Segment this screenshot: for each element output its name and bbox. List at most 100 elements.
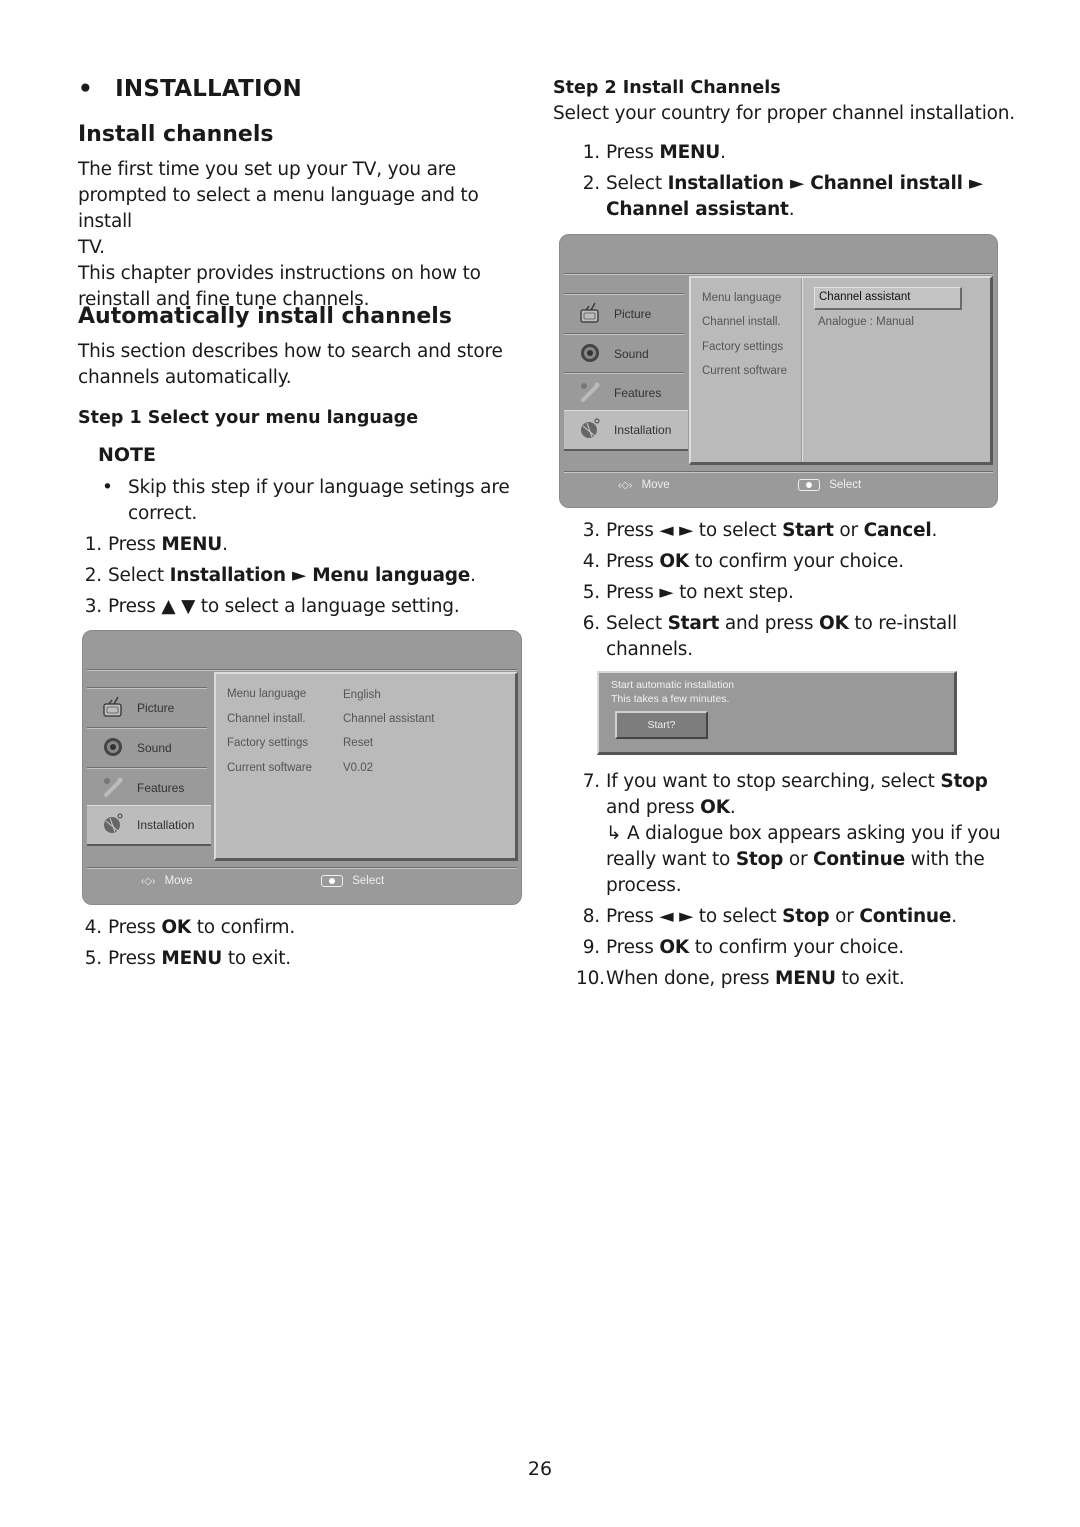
sidebar-item-features[interactable]: Features [87,769,211,807]
tv-icon [580,302,599,323]
step2-title: Step 2 Install Channels [553,78,781,98]
page-number: 26 [527,1458,553,1480]
divider [87,867,517,868]
move-arrows-icon: ‹◇› [618,480,633,491]
step-item: 2. Select Installation ► Channel install … [582,173,983,194]
ok-button-icon [798,479,820,491]
step-item: 5. Press ► to next step. [582,582,794,603]
start-installation-dialog: Start automatic installation This takes … [597,671,957,755]
sidebar-item-features[interactable]: Features [564,374,688,412]
step-item: 3. Press ▲ ▼ to select a language setting… [84,596,460,617]
divider [87,669,517,670]
menu-row-value: English [343,689,381,701]
auto-paragraph: This section describes how to search and… [78,339,503,391]
speaker-icon [581,344,599,362]
sidebar-item-picture[interactable]: Picture [564,295,688,333]
dialog-title: Start automatic installation [611,679,735,691]
footer-select: Select [321,875,384,887]
sidebar-item-sound[interactable]: Sound [564,335,688,373]
step-item: 9. Press OK to confirm your choice. [582,937,904,958]
satellite-dish-icon [581,418,600,438]
step-item: 1. Press MENU. [84,534,228,555]
heading-install-channels: Install channels [78,122,274,147]
menu-row-label[interactable]: Menu language [227,688,306,700]
start-button[interactable]: Start? [615,711,708,739]
step-continuation: process. [606,875,682,896]
text-line: This section describes how to search and… [78,341,503,362]
divider [87,727,207,728]
step-item: 4. Press OK to confirm your choice. [582,551,904,572]
text-line: prompted to select a menu language and t… [78,185,479,232]
menu-row-label[interactable]: Factory settings [227,737,308,749]
divider [87,767,207,768]
divider [87,687,207,688]
step-item: 7. If you want to stop searching, select … [582,771,988,792]
step-item: 4. Press OK to confirm. [84,917,296,938]
option-analogue-manual[interactable]: Analogue : Manual [818,316,914,328]
menu-row-label[interactable]: Menu language [702,292,781,304]
text-line: This chapter provides instructions on ho… [78,263,481,284]
step2-intro: Select your country for proper channel i… [553,103,1015,124]
option-channel-assistant-selected[interactable]: Channel assistant [814,287,962,310]
divider [564,471,993,472]
text-line: TV. [78,237,105,258]
step-item: 3. Press ◄ ► to select Start or Cancel. [582,520,938,541]
bullet: • [78,76,93,102]
step-continuation: Channel assistant. [606,199,795,220]
note-title: NOTE [98,444,156,466]
speaker-icon [104,738,122,756]
sidebar-item-sound[interactable]: Sound [87,729,211,767]
text-line: Skip this step if your language setings … [128,477,510,498]
divider [564,273,993,274]
text-line: correct. [128,503,198,524]
menu-row-label[interactable]: Current software [227,762,312,774]
section-title: INSTALLATION [115,76,302,102]
step-continuation: channels. [606,639,693,660]
step-item: 5. Press MENU to exit. [84,948,291,969]
footer-move: ‹◇› Move [618,479,670,491]
sidebar-item-installation[interactable]: Installation [87,805,211,846]
menu-row-value: Channel assistant [343,713,435,725]
dialog-message: This takes a few minutes. [611,693,730,705]
note-bullet: • [102,477,113,498]
menu-row-value: V0.02 [343,762,374,774]
menu-row-label[interactable]: Factory settings [702,341,783,353]
sidebar-item-picture[interactable]: Picture [87,689,211,727]
menu-row-label[interactable]: Channel install. [227,713,306,725]
menu-row-label[interactable]: Channel install. [702,316,781,328]
sidebar-item-installation[interactable]: Installation [564,410,688,451]
ok-button-icon [321,875,343,887]
step1-title: Step 1 Select your menu language [78,408,419,428]
settings-panel: Menu language Channel install. Factory s… [689,276,993,465]
intro-paragraph: The first time you set up your TV, you a… [78,157,528,313]
step-item: 2. Select Installation ► Menu language. [84,565,476,586]
step-continuation: and press OK. [606,797,736,818]
tv-menu-screenshot-language: Picture Sound Features Installation Menu… [82,630,522,905]
step-continuation: really want to Stop or Continue with the [606,849,985,870]
footer-select: Select [798,479,861,491]
tv-menu-screenshot-channel-install: Picture Sound Features Installation Menu… [559,234,998,508]
wrench-icon [581,382,600,402]
menu-row-label[interactable]: Current software [702,365,787,377]
text-line: channels automatically. [78,367,292,388]
step-item: 1. Press MENU. [582,142,726,163]
step-item: 10.When done, press MENU to exit. [576,968,905,989]
divider [564,293,684,294]
settings-panel: Menu language English Channel install. C… [214,672,518,861]
step-item: 6. Select Start and press OK to re-instal… [582,613,957,634]
wrench-icon [104,777,123,797]
menu-row-value: Reset [343,737,374,749]
satellite-dish-icon [104,813,123,833]
note-text: Skip this step if your language setings … [128,475,510,527]
divider [802,278,803,462]
section-heading: • INSTALLATION [78,76,302,102]
move-arrows-icon: ‹◇› [141,876,156,887]
result-note: ↳ A dialogue box appears asking you if y… [606,823,1001,844]
footer-move: ‹◇› Move [141,875,193,887]
step-item: 8. Press ◄ ► to select Stop or Continue. [582,906,957,927]
heading-auto-install: Automatically install channels [78,304,452,329]
text-line: The first time you set up your TV, you a… [78,159,456,180]
divider [564,372,684,373]
divider [564,333,684,334]
tv-icon [103,696,122,717]
